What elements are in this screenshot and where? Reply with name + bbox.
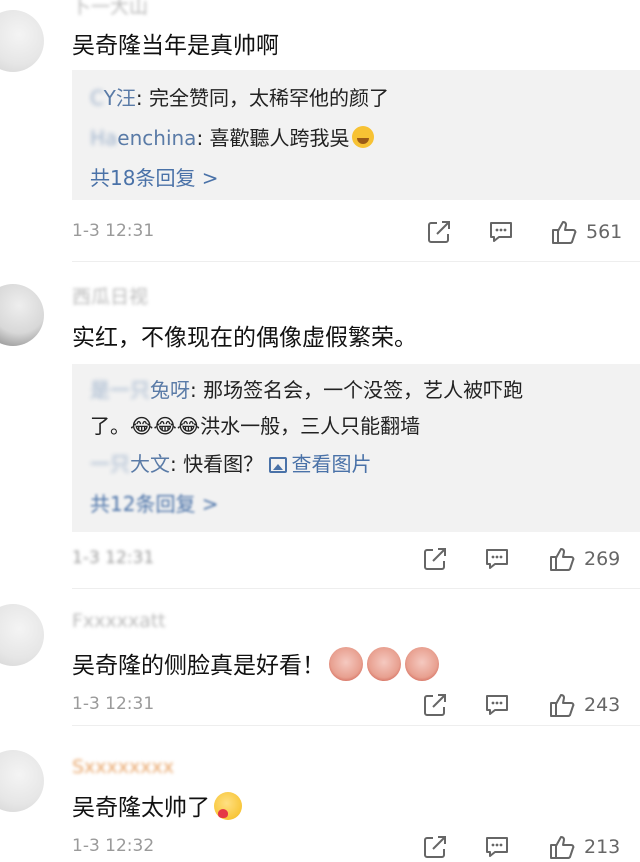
comment-icon [490, 222, 512, 242]
share-icon [424, 836, 446, 858]
like-count: 269 [584, 548, 621, 570]
thumbs-up-icon [550, 694, 575, 717]
avatar[interactable] [0, 750, 44, 812]
timestamp: 1-3 12:31 [72, 548, 155, 568]
reply-item[interactable]: 是一只兔呀: 那场签名会，一个没签，艺人被吓跑 [90, 374, 523, 403]
username[interactable]: 卜一大山 [72, 0, 148, 19]
thumbs-up-icon [550, 836, 575, 859]
comment-icon [486, 695, 508, 715]
share-button[interactable] [422, 544, 448, 574]
avatar[interactable] [0, 604, 44, 666]
reply-item[interactable]: 一只大文: 快看图？ 查看图片 [90, 448, 371, 477]
timestamp: 1-3 12:32 [72, 836, 155, 856]
comment-text: 实红，不像现在的偶像虚假繁荣。 [72, 325, 417, 351]
thumbs-up-icon [552, 221, 577, 244]
reply-box[interactable]: 是一只兔呀: 那场签名会，一个没签，艺人被吓跑 了。😂😂😂洪水一般，三人只能翻墙… [72, 364, 640, 532]
comment-icon [486, 837, 508, 857]
comment-4: Sxxxxxxxx 吴奇隆太帅了 1-3 12:32 213 [0, 728, 640, 859]
image-icon [269, 457, 288, 473]
share-button[interactable] [426, 217, 452, 247]
username[interactable]: 西瓜日视 [72, 282, 148, 309]
username[interactable]: Sxxxxxxxx [72, 756, 174, 778]
comment-text: 吴奇隆的侧脸真是好看！ [72, 646, 439, 681]
like-button[interactable]: 243 [548, 690, 620, 720]
share-icon [424, 548, 446, 570]
reply-username[interactable]: 一只大文 [90, 452, 170, 476]
like-button[interactable]: 561 [550, 217, 622, 247]
avatar[interactable] [0, 10, 44, 72]
like-button[interactable]: 213 [548, 832, 620, 862]
comment-icon [486, 549, 508, 569]
comment-footer: 1-3 12:32 213 [72, 832, 640, 862]
cute-sticker-icon [405, 647, 439, 681]
thumbs-up-icon [550, 548, 575, 571]
view-image-link[interactable]: 查看图片 [269, 452, 371, 476]
timestamp: 1-3 12:31 [72, 221, 155, 241]
reply-item[interactable]: Haenchina: 喜歡聽人跨我吳 [90, 122, 376, 151]
comment-footer: 1-3 12:31 269 [72, 544, 640, 574]
comment-text: 吴奇隆当年是真帅啊 [72, 33, 279, 59]
reply-item[interactable]: CY汪: 完全赞同，太稀罕他的颜了 [90, 82, 389, 111]
comment-button[interactable] [484, 544, 510, 574]
laugh-cry-emoji-icon [351, 126, 374, 148]
shy-emoji-icon [214, 792, 242, 820]
avatar[interactable] [0, 284, 44, 346]
username[interactable]: Fxxxxxatt [72, 610, 166, 632]
share-button[interactable] [422, 832, 448, 862]
divider [72, 588, 640, 589]
comment-1: 卜一大山 吴奇隆当年是真帅啊 CY汪: 完全赞同，太稀罕他的颜了 Haenchi… [0, 0, 640, 262]
reply-box[interactable]: CY汪: 完全赞同，太稀罕他的颜了 Haenchina: 喜歡聽人跨我吳 共18… [72, 70, 640, 200]
comment-button[interactable] [488, 217, 514, 247]
comment-button[interactable] [484, 690, 510, 720]
comment-footer: 1-3 12:31 561 [72, 217, 640, 247]
reply-text: : 喜歡聽人跨我吳 [196, 126, 350, 150]
divider [72, 261, 640, 262]
comment-footer: 1-3 12:31 243 [72, 690, 640, 720]
reply-username[interactable]: Haenchina [90, 126, 196, 150]
reply-text: : 完全赞同，太稀罕他的颜了 [135, 86, 389, 110]
more-replies-link[interactable]: 共12条回复 > [90, 488, 219, 517]
reply-text: : 快看图？ [170, 452, 264, 476]
like-count: 243 [584, 694, 621, 716]
timestamp: 1-3 12:31 [72, 694, 155, 714]
comment-button[interactable] [484, 832, 510, 862]
share-icon [428, 221, 450, 243]
cute-sticker-icon [367, 647, 401, 681]
reply-item-continued: 了。😂😂😂洪水一般，三人只能翻墙 [90, 414, 421, 438]
share-button[interactable] [422, 690, 448, 720]
reply-username[interactable]: 是一只兔呀 [90, 378, 190, 402]
divider [72, 725, 640, 726]
like-button[interactable]: 269 [548, 544, 620, 574]
comment-text: 吴奇隆太帅了 [72, 788, 242, 822]
comment-2: 西瓜日视 实红，不像现在的偶像虚假繁荣。 是一只兔呀: 那场签名会，一个没签，艺… [0, 270, 640, 590]
reply-text: : 那场签名会，一个没签，艺人被吓跑 [190, 378, 524, 402]
more-replies-link[interactable]: 共18条回复 > [90, 162, 219, 191]
like-count: 561 [586, 221, 623, 243]
comment-3: Fxxxxxatt 吴奇隆的侧脸真是好看！ 1-3 12:31 243 [0, 596, 640, 726]
cute-sticker-icon [329, 647, 363, 681]
like-count: 213 [584, 836, 621, 858]
reply-username[interactable]: CY汪 [90, 86, 136, 110]
share-icon [424, 694, 446, 716]
